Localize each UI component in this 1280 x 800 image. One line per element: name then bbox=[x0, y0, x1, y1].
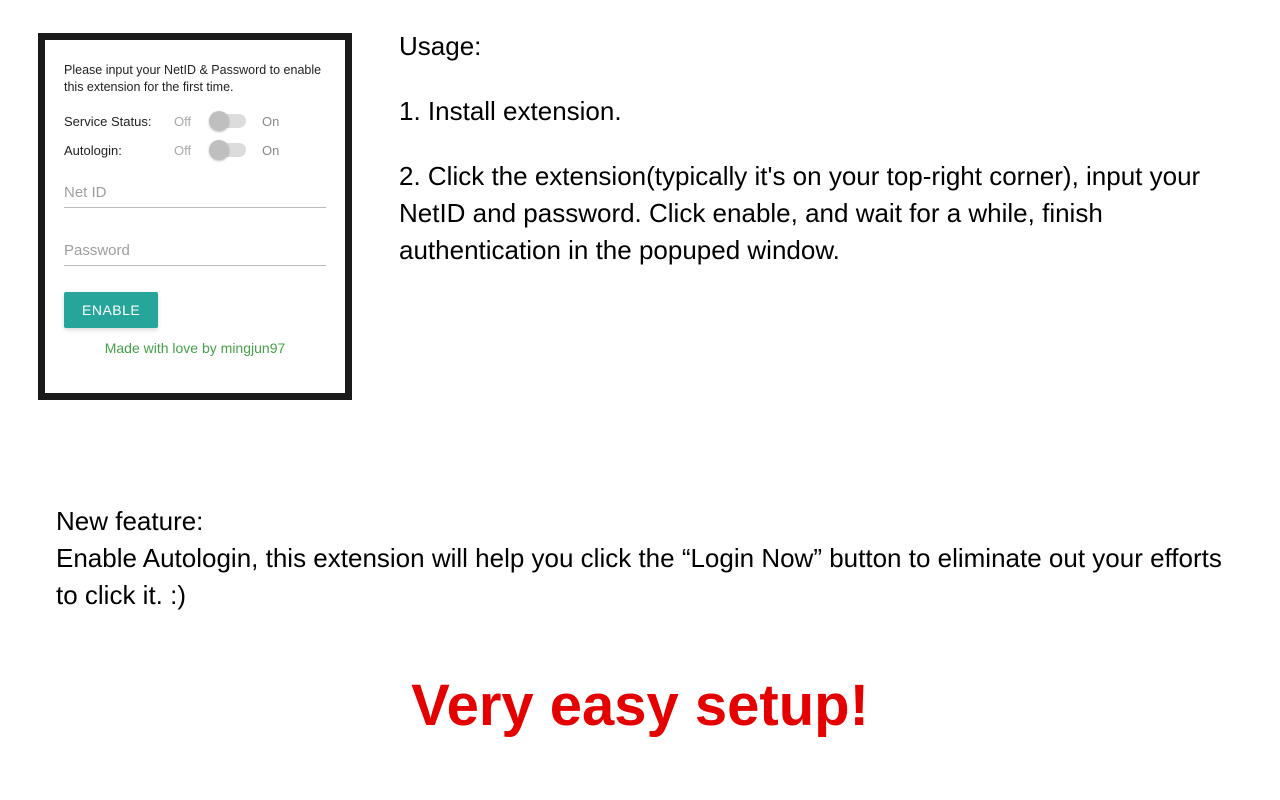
feature-body: Enable Autologin, this extension will he… bbox=[56, 540, 1240, 614]
usage-instructions: Usage: 1. Install extension. 2. Click th… bbox=[399, 28, 1262, 297]
toggle-off-label: Off bbox=[174, 114, 210, 129]
credit-text: Made with love by mingjun97 bbox=[64, 340, 326, 356]
toggle-on-label: On bbox=[262, 143, 279, 158]
enable-button[interactable]: ENABLE bbox=[64, 292, 158, 328]
new-feature-block: New feature: Enable Autologin, this exte… bbox=[56, 503, 1240, 614]
netid-input[interactable] bbox=[64, 180, 326, 208]
extension-popup: Please input your NetID & Password to en… bbox=[45, 40, 345, 393]
service-status-label: Service Status: bbox=[64, 114, 174, 129]
toggle-off-label: Off bbox=[174, 143, 210, 158]
service-status-row: Service Status: Off On bbox=[64, 114, 326, 129]
feature-heading: New feature: bbox=[56, 503, 1240, 540]
usage-step-1: 1. Install extension. bbox=[399, 93, 1262, 130]
tagline: Very easy setup! bbox=[0, 672, 1280, 739]
password-field-wrap bbox=[64, 238, 326, 266]
netid-field-wrap bbox=[64, 180, 326, 208]
toggle-on-label: On bbox=[262, 114, 279, 129]
autologin-row: Autologin: Off On bbox=[64, 143, 326, 158]
extension-popup-frame: Please input your NetID & Password to en… bbox=[38, 33, 352, 400]
service-status-toggle[interactable] bbox=[210, 114, 246, 128]
usage-step-2: 2. Click the extension(typically it's on… bbox=[399, 158, 1262, 269]
autologin-label: Autologin: bbox=[64, 143, 174, 158]
autologin-toggle[interactable] bbox=[210, 143, 246, 157]
popup-intro-text: Please input your NetID & Password to en… bbox=[64, 62, 326, 96]
usage-heading: Usage: bbox=[399, 28, 1262, 65]
password-input[interactable] bbox=[64, 238, 326, 266]
